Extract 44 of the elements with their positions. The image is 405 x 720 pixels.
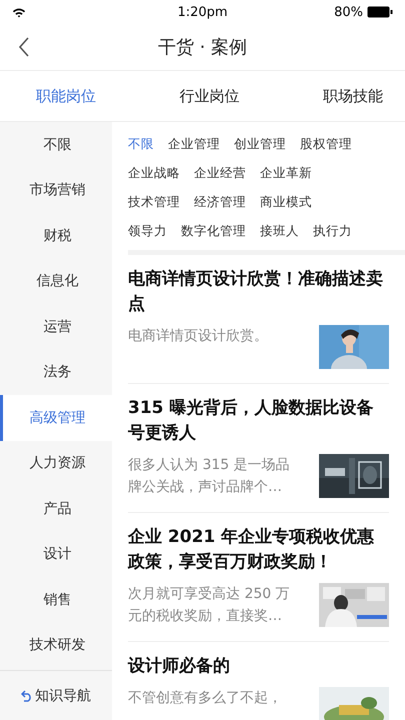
filter-tag[interactable]: 数字化管理 (181, 223, 246, 240)
filter-tag[interactable]: 股权管理 (300, 136, 352, 153)
filter-tag[interactable]: 领导力 (128, 223, 167, 240)
battery-percent: 80% (334, 4, 363, 20)
return-icon (21, 690, 33, 702)
article-summary: 不管创意有多么了不起， (128, 689, 283, 708)
article-summary: 次月就可享受高达 250 万元的税收奖励，直接奖… (128, 585, 291, 626)
filter-tag[interactable]: 经济管理 (194, 194, 246, 211)
status-time: 1:20pm (177, 4, 228, 20)
sidebar-item[interactable]: 市场营销 (0, 168, 112, 213)
sidebar-item[interactable]: 运营 (0, 304, 112, 350)
sidebar-item[interactable]: 设计 (0, 532, 112, 577)
article-summary: 电商详情页设计欣赏。 (128, 327, 269, 346)
category-tab[interactable]: 行业岗位 (180, 82, 240, 110)
article-title[interactable]: 315 曝光背后，人脸数据比设备号更诱人 (128, 396, 389, 446)
filter-tag[interactable]: 接班人 (260, 223, 299, 240)
article-title[interactable]: 设计师必备的 (128, 654, 389, 679)
filter-tag[interactable]: 执行力 (313, 223, 352, 240)
sidebar-item[interactable]: 不限 (0, 122, 112, 168)
category-tab[interactable]: 职场技能 (323, 82, 383, 110)
sidebar-item[interactable]: 信息化 (0, 258, 112, 304)
sidebar-item[interactable]: 技术研发 (0, 622, 112, 668)
sidebar-item[interactable]: 销售 (0, 577, 112, 622)
article-summary: 很多人认为 315 是一场品牌公关战，声讨品牌个… (128, 456, 291, 497)
back-icon[interactable] (18, 37, 30, 57)
filter-tag[interactable]: 商业模式 (260, 194, 312, 211)
filter-tag[interactable]: 企业管理 (168, 136, 220, 153)
sidebar-item[interactable]: 法务 (0, 350, 112, 395)
filter-tag[interactable]: 不限 (128, 136, 154, 153)
sidebar-item[interactable]: 高级管理 (0, 395, 112, 440)
page-title: 干货 · 案例 (158, 36, 248, 59)
article-title[interactable]: 企业 2021 年企业专项税收优惠政策，享受百万财政奖励！ (128, 525, 389, 575)
sidebar-item[interactable]: 财税 (0, 213, 112, 258)
article-title[interactable]: 电商详情页设计欣赏！准确描述卖点 (128, 267, 389, 317)
filter-tag[interactable]: 企业战略 (128, 165, 180, 182)
sidebar-item[interactable]: 人力资源 (0, 440, 112, 486)
battery-icon (367, 6, 393, 18)
filter-tag[interactable]: 企业革新 (260, 165, 312, 182)
wifi-icon (12, 6, 26, 18)
filter-tag[interactable]: 技术管理 (128, 194, 180, 211)
filter-tag[interactable]: 企业经营 (194, 165, 246, 182)
category-tab[interactable]: 职能岗位 (36, 82, 96, 110)
filter-tag[interactable]: 创业管理 (234, 136, 286, 153)
sidebar-item[interactable]: 产品 (0, 486, 112, 532)
